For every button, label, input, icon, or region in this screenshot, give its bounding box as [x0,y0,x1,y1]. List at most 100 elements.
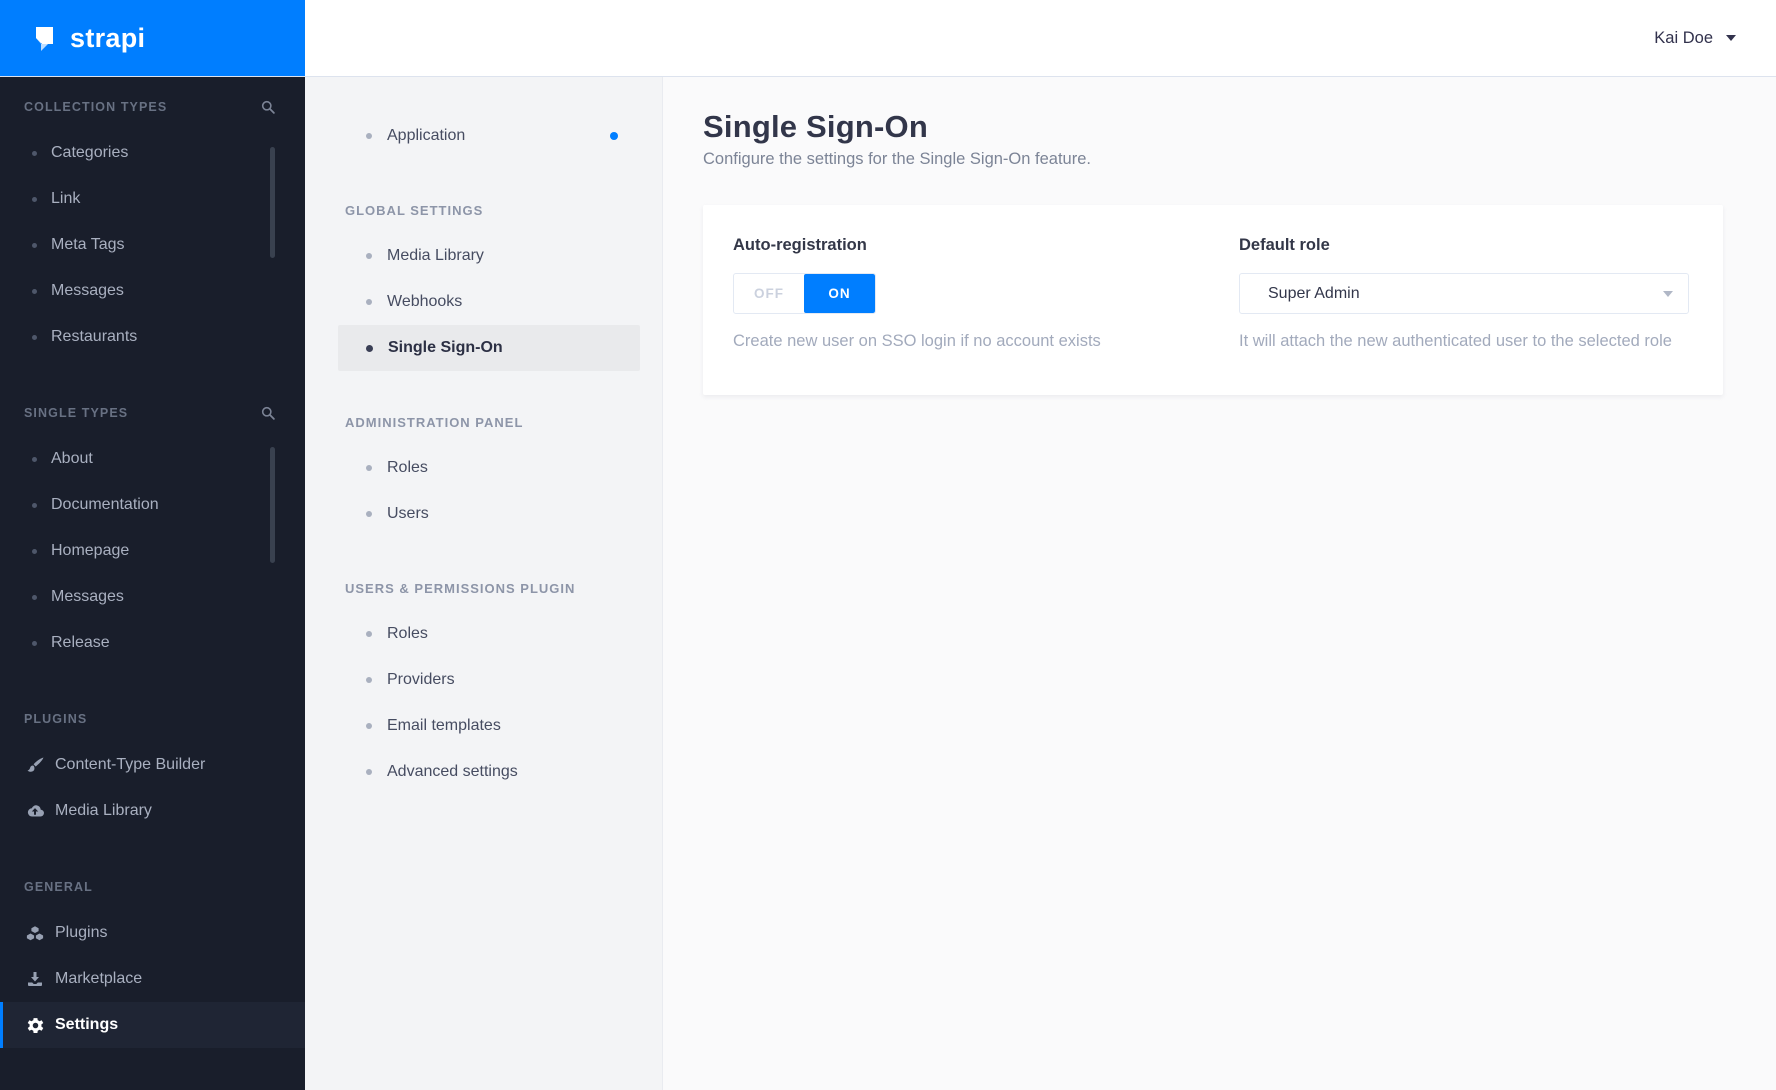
sidebar-item-messages[interactable]: Messages [0,574,305,620]
section-header: PLUGINS [0,704,305,734]
user-name: Kai Doe [1654,28,1713,47]
settings-item-label: Users [387,505,429,522]
settings-item-advanced-settings[interactable]: Advanced settings [338,749,640,795]
settings-item-roles[interactable]: Roles [338,611,640,657]
settings-item-users[interactable]: Users [338,491,640,537]
sidebar-section-general: GENERAL Plugins Marketplace Settings [0,872,305,1048]
sidebar-item-release[interactable]: Release [0,620,305,666]
default-role-select[interactable]: Super Admin [1239,273,1689,314]
search-icon[interactable] [261,100,275,114]
settings-item-label: Roles [387,625,428,642]
download-icon [25,971,45,987]
scrollbar-thumb[interactable] [270,447,275,563]
sidebar-item-label: Messages [51,282,124,299]
sidebar-item-media-library[interactable]: Media Library [0,788,305,834]
search-icon[interactable] [261,406,275,420]
settings-item-webhooks[interactable]: Webhooks [338,279,640,325]
auto-registration-helper: Create new user on SSO login if no accou… [733,332,1101,350]
sidebar-item-documentation[interactable]: Documentation [0,482,305,528]
settings-item-application[interactable]: Application [338,113,640,159]
default-role-field: Default role Super Admin It will attach … [1239,235,1689,351]
sidebar-item-restaurants[interactable]: Restaurants [0,314,305,360]
default-role-value: Super Admin [1268,284,1360,302]
settings-item-label: Application [387,127,466,144]
sidebar-item-meta-tags[interactable]: Meta Tags [0,222,305,268]
bullet-dot [366,769,372,775]
strapi-logo[interactable]: strapi [0,0,305,76]
toggle-off-button[interactable]: OFF [734,274,804,313]
bullet-dot [32,640,37,646]
brand-name: strapi [70,22,146,53]
cloud-upload-icon [25,804,45,818]
settings-item-single-sign-on[interactable]: Single Sign-On [338,325,640,371]
bullet-dot [366,253,372,259]
bullet-dot [32,456,37,462]
sidebar-item-label: Meta Tags [51,236,125,253]
section-header-label: USERS & PERMISSIONS PLUGIN [345,580,576,596]
sidebar-item-link[interactable]: Link [0,176,305,222]
sso-settings-card: Auto-registration OFF ON Create new user… [703,205,1723,395]
bullet-dot [32,288,37,294]
sidebar-item-marketplace[interactable]: Marketplace [0,956,305,1002]
auto-registration-toggle: OFF ON [733,273,876,314]
settings-item-label: Roles [387,459,428,476]
bullet-dot [32,594,37,600]
sidebar-item-content-type-builder[interactable]: Content-Type Builder [0,742,305,788]
sidebar-item-label: Link [51,190,81,207]
notification-dot [610,132,618,140]
settings-item-label: Providers [387,671,455,688]
scrollbar-thumb[interactable] [270,147,275,258]
strapi-logo-icon [27,23,57,53]
main-sidebar: COLLECTION TYPES Categories Link Meta Tags M… [0,76,305,1090]
section-header-label: ADMINISTRATION PANEL [345,414,524,430]
section-header-label: SINGLE TYPES [24,406,129,420]
bullet-dot [366,133,372,139]
settings-item-email-templates[interactable]: Email templates [338,703,640,749]
section-header: USERS & PERMISSIONS PLUGIN [345,573,640,603]
sidebar-item-label: Documentation [51,496,159,513]
page-title: Single Sign-On [703,109,928,144]
default-role-helper: It will attach the new authenticated use… [1239,332,1672,350]
sidebar-item-label: Content-Type Builder [55,756,206,773]
sidebar-item-categories[interactable]: Categories [0,130,305,176]
app-root: strapi Kai Doe COLLECTION TYPES Categorie… [0,0,1776,1090]
bullet-dot [32,548,37,554]
sidebar-section-single-types: SINGLE TYPES About Documentation Homepage Me… [0,398,305,666]
sidebar-item-about[interactable]: About [0,436,305,482]
settings-section-global-settings: GLOBAL SETTINGS Media Library Webhooks Sing… [305,195,662,371]
sidebar-item-label: Restaurants [51,328,138,345]
bullet-dot [366,511,372,517]
sidebar-item-label: Categories [51,144,129,161]
settings-item-providers[interactable]: Providers [338,657,640,703]
settings-section-administration-panel: ADMINISTRATION PANEL Roles Users [305,407,662,537]
settings-item-roles[interactable]: Roles [338,445,640,491]
bullet-dot [366,299,372,305]
page-header: Single Sign-On Configure the settings fo… [663,77,1776,169]
bullet-dot [32,242,37,248]
settings-item-label: Advanced settings [387,763,518,780]
sidebar-item-label: Messages [51,588,124,605]
bullet-dot [366,465,372,471]
sidebar-item-plugins[interactable]: Plugins [0,910,305,956]
section-header: SINGLE TYPES [0,398,305,428]
bullet-dot [366,344,373,352]
sidebar-item-messages[interactable]: Messages [0,268,305,314]
sidebar-item-label: Plugins [55,924,108,941]
default-role-label: Default role [1239,236,1330,254]
user-menu[interactable]: Kai Doe [1654,29,1736,48]
sidebar-item-label: Release [51,634,110,651]
settings-item-label: Email templates [387,717,501,734]
sidebar-item-homepage[interactable]: Homepage [0,528,305,574]
sidebar-item-label: Marketplace [55,970,143,987]
settings-item-label: Webhooks [387,293,463,310]
toggle-on-button[interactable]: ON [804,274,875,313]
settings-item-media-library[interactable]: Media Library [338,233,640,279]
bullet-dot [366,677,372,683]
section-header: ADMINISTRATION PANEL [345,407,640,437]
cubes-icon [25,925,45,941]
section-header: GENERAL [0,872,305,902]
sidebar-item-settings[interactable]: Settings [0,1002,305,1048]
section-header-label: GLOBAL SETTINGS [345,202,484,218]
sidebar-item-label: Media Library [55,802,152,819]
sidebar-item-label: Settings [55,1016,119,1033]
